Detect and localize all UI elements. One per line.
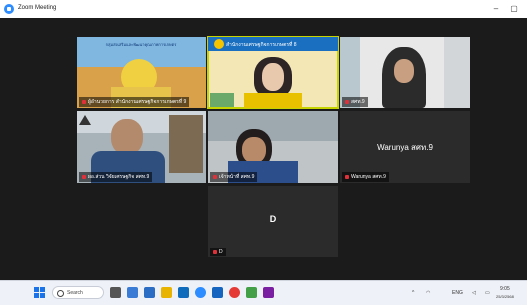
- video-tile-6[interactable]: Warunya สศท.9 Warunya สศท.9: [340, 111, 470, 183]
- backdrop-window: [444, 37, 470, 108]
- mic-muted-icon: [213, 174, 217, 179]
- header-text: สำนักงานเศรษฐกิจการเกษตรที่ 8: [226, 42, 297, 48]
- video-tile-4[interactable]: ผอ.ส่วน วิจัยเศรษฐกิจ สศท.9: [77, 111, 206, 183]
- chrome-blue-icon[interactable]: [144, 287, 155, 298]
- language-indicator[interactable]: ENG: [452, 290, 463, 296]
- agency-logo-icon: [214, 39, 224, 49]
- window-title: Zoom Meeting: [18, 5, 57, 11]
- chrome-icon[interactable]: [229, 287, 240, 298]
- backdrop-blinds: [208, 111, 338, 141]
- person-face: [242, 137, 266, 163]
- video-tile-2[interactable]: สำนักงานเศรษฐกิจการเกษตรที่ 8: [207, 36, 339, 109]
- app-icon[interactable]: [263, 287, 274, 298]
- file-explorer-icon[interactable]: [161, 287, 172, 298]
- task-view-icon[interactable]: [110, 287, 121, 298]
- wifi-icon[interactable]: ◠: [426, 290, 430, 296]
- participant-display-name: D: [269, 214, 277, 224]
- battery-icon[interactable]: ▭: [485, 290, 490, 296]
- mic-muted-icon: [82, 99, 86, 104]
- taskbar-search[interactable]: Search: [52, 286, 104, 299]
- participant-name: เจ้าหน้าที่ สศท.9: [219, 174, 255, 180]
- windows-start-icon[interactable]: [34, 287, 45, 298]
- clock-date[interactable]: 25/3/2568: [496, 294, 514, 299]
- plant-decor: [210, 93, 234, 107]
- bookshelf: [169, 115, 203, 173]
- participant-name: Warunya สศท.9: [351, 174, 386, 180]
- participant-name: ผู้อำนวยการ สำนักงานเศรษฐกิจการเกษตรที่ …: [88, 99, 187, 105]
- search-label: Search: [67, 290, 83, 296]
- outlook-icon[interactable]: [212, 287, 223, 298]
- title-bar: Zoom Meeting – ▢: [0, 0, 527, 18]
- mic-muted-icon: [345, 99, 349, 104]
- volume-icon[interactable]: ◁: [472, 290, 476, 296]
- video-tile-3[interactable]: สศท.9: [340, 37, 470, 108]
- video-tile-7[interactable]: D D: [208, 186, 338, 257]
- participant-name: สศท.9: [351, 99, 365, 105]
- maximize-icon[interactable]: ▢: [507, 3, 521, 15]
- search-icon: [57, 290, 64, 297]
- mic-muted-icon: [345, 174, 349, 179]
- line-app-icon[interactable]: [246, 287, 257, 298]
- store-icon[interactable]: [178, 287, 189, 298]
- minimize-icon[interactable]: –: [489, 3, 503, 15]
- clock-time[interactable]: 9:05: [500, 286, 510, 292]
- person-face: [262, 63, 284, 91]
- video-gallery: กลุ่มส่งเสริมและพัฒนาคุณภาพการเกษตร ผู้อ…: [0, 18, 527, 280]
- zoom-logo-icon: [4, 4, 14, 14]
- participant-display-name: Warunya สศท.9: [377, 143, 433, 152]
- taskbar: Search ^ ◠ ENG ◁ ▭ 9:05 25/3/2568: [0, 280, 527, 305]
- zoom-taskbar-icon[interactable]: [195, 287, 206, 298]
- mic-muted-icon: [213, 249, 217, 254]
- person-face: [394, 59, 414, 83]
- video-tile-5[interactable]: เจ้าหน้าที่ สศท.9: [208, 111, 338, 183]
- mic-muted-icon: [82, 174, 86, 179]
- participant-name: D: [219, 249, 223, 255]
- video-tile-1[interactable]: กลุ่มส่งเสริมและพัฒนาคุณภาพการเกษตร ผู้อ…: [77, 37, 206, 108]
- participant-name: ผอ.ส่วน วิจัยเศรษฐกิจ สศท.9: [88, 174, 150, 180]
- warning-sign-icon: [79, 115, 91, 125]
- banner-text: กลุ่มส่งเสริมและพัฒนาคุณภาพการเกษตร: [105, 42, 177, 47]
- person-face: [111, 119, 143, 155]
- person-body: [244, 93, 302, 108]
- chevron-up-icon[interactable]: ^: [412, 290, 414, 296]
- edge-icon[interactable]: [127, 287, 138, 298]
